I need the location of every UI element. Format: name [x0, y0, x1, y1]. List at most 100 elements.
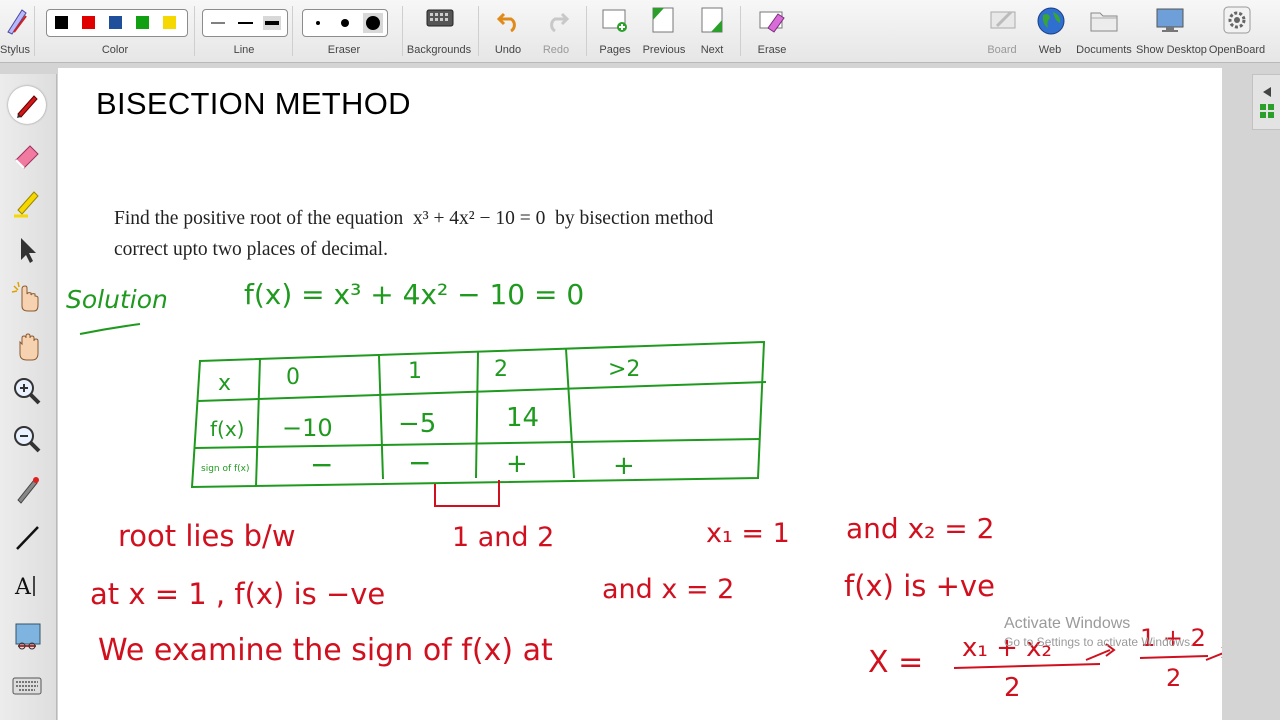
eraser-size-selector	[302, 9, 388, 37]
keyboard-grid-icon	[426, 9, 454, 27]
color-swatch-yellow[interactable]	[163, 16, 176, 29]
hw-table-col-line-4	[565, 348, 575, 479]
capture-icon	[15, 623, 41, 650]
toolbar-separator	[34, 6, 35, 56]
hand-icon	[19, 333, 39, 361]
left-tool-palette: A	[0, 74, 57, 720]
watermark-line-2: Go to Settings to activate Windows.	[1004, 635, 1194, 649]
web-button[interactable]: Web	[1032, 0, 1068, 62]
hw-cell-x-header: x	[218, 371, 231, 396]
zoom-in-tool[interactable]	[8, 372, 46, 410]
add-page-icon	[602, 9, 627, 32]
select-tool[interactable]	[8, 230, 46, 268]
hw-step-bar	[1139, 655, 1209, 659]
color-label: Color	[101, 44, 129, 56]
laser-pointer-tool[interactable]	[8, 470, 46, 508]
pointing-hand-icon	[11, 281, 39, 312]
hw-cell-x-2: 2	[494, 357, 508, 382]
virtual-keyboard-tool[interactable]	[8, 666, 46, 704]
collapse-arrow-icon	[1260, 87, 1274, 118]
color-swatch-green[interactable]	[136, 16, 149, 29]
color-swatch-blue[interactable]	[109, 16, 122, 29]
hw-cell-x-0: 0	[286, 365, 300, 390]
board-label: Board	[987, 44, 1017, 56]
hand-pan-tool[interactable]	[8, 326, 46, 364]
interact-tool[interactable]	[8, 278, 46, 316]
hw-formula-denominator: 2	[1004, 673, 1021, 703]
text-tool[interactable]: A	[8, 566, 46, 604]
hw-formula-x: X =	[868, 645, 923, 680]
erase-page-icon	[759, 11, 785, 33]
hw-solution-label: Solution	[66, 285, 168, 314]
watermark-line-1: Activate Windows	[1004, 615, 1131, 632]
toolbar-separator	[586, 6, 587, 56]
openboard-label: OpenBoard	[1208, 44, 1266, 56]
hw-cell-sign-0: −	[310, 448, 333, 481]
board-mode-button[interactable]: Board	[984, 0, 1020, 62]
hw-cell-sign-2: +	[506, 449, 528, 479]
top-toolbar: Stylus Color Line Eraser Backgrounds Und…	[0, 0, 1280, 63]
undo-button[interactable]: Undo	[488, 0, 528, 62]
redo-button[interactable]: Redo	[536, 0, 576, 62]
line-tool[interactable]	[8, 518, 46, 556]
hw-formula-bar	[953, 663, 1101, 669]
hw-line3-examine: We examine the sign of f(x) at	[98, 633, 553, 668]
color-swatch-black[interactable]	[55, 16, 68, 29]
stylus-label: Stylus	[0, 44, 30, 56]
highlighter-tool[interactable]	[8, 182, 46, 220]
eraser-small-option[interactable]	[316, 21, 320, 25]
keyboard-icon	[12, 677, 42, 695]
openboard-menu-button[interactable]: OpenBoard	[1208, 0, 1266, 62]
next-page-button[interactable]: Next	[692, 0, 732, 62]
hw-cell-sign-1: −	[408, 446, 431, 479]
previous-page-icon	[652, 7, 674, 33]
next-label: Next	[700, 44, 724, 56]
stylus-icon	[7, 9, 27, 35]
right-panel-tab[interactable]	[1252, 74, 1280, 130]
hw-table-col-line-1	[255, 358, 261, 487]
hw-cell-fx-header: f(x)	[210, 417, 244, 441]
undo-icon	[496, 12, 516, 32]
whiteboard-canvas[interactable]: BISECTION METHOD Find the positive root …	[58, 68, 1222, 720]
hw-line1-x2: and x₂ = 2	[846, 512, 994, 545]
hw-line2-at-x2: and x = 2	[602, 574, 734, 605]
activate-windows-watermark: Activate Windows Go to Settings to activ…	[1004, 615, 1193, 649]
hw-table-col-line-3	[475, 351, 479, 479]
redo-icon	[550, 12, 570, 32]
gear-icon	[1223, 6, 1251, 34]
svg-text:A: A	[14, 575, 32, 600]
color-swatch-red[interactable]	[82, 16, 95, 29]
redo-label: Redo	[542, 44, 570, 56]
hw-cell-fx-2: 14	[506, 403, 539, 433]
stylus-tool-button[interactable]: Stylus	[0, 0, 30, 62]
hw-line2-positive: f(x) is +ve	[844, 569, 995, 603]
line-icon	[16, 526, 39, 550]
line-width-selector	[202, 9, 288, 37]
backgrounds-label: Backgrounds	[406, 44, 472, 56]
hw-cell-fx-0: −10	[282, 414, 333, 442]
previous-page-button[interactable]: Previous	[640, 0, 688, 62]
eraser-tool[interactable]	[8, 136, 46, 174]
eraser-medium-option[interactable]	[341, 19, 349, 27]
hw-cell-x-gt2: >2	[608, 357, 640, 382]
hw-solution-underline	[79, 323, 141, 335]
web-label: Web	[1038, 44, 1062, 56]
backgrounds-button[interactable]: Backgrounds	[406, 0, 472, 62]
hw-cell-sign-gt2: +	[613, 451, 635, 481]
pen-tool[interactable]	[8, 86, 46, 124]
toolbar-separator	[402, 6, 403, 56]
hw-cell-fx-1: −5	[398, 409, 436, 439]
hw-cell-x-1: 1	[408, 359, 422, 384]
zoom-out-tool[interactable]	[8, 420, 46, 458]
arrow-pointer-icon	[21, 238, 36, 263]
erase-page-button[interactable]: Erase	[750, 0, 794, 62]
capture-tool[interactable]	[8, 616, 46, 654]
laser-pointer-icon	[17, 477, 39, 504]
show-desktop-label: Show Desktop	[1136, 44, 1207, 56]
toolbar-separator	[740, 6, 741, 56]
documents-button[interactable]: Documents	[1076, 0, 1132, 62]
show-desktop-button[interactable]: Show Desktop	[1136, 0, 1207, 62]
next-page-icon	[701, 7, 723, 33]
pages-button[interactable]: Pages	[592, 0, 638, 62]
eraser-large-option[interactable]	[366, 16, 380, 30]
